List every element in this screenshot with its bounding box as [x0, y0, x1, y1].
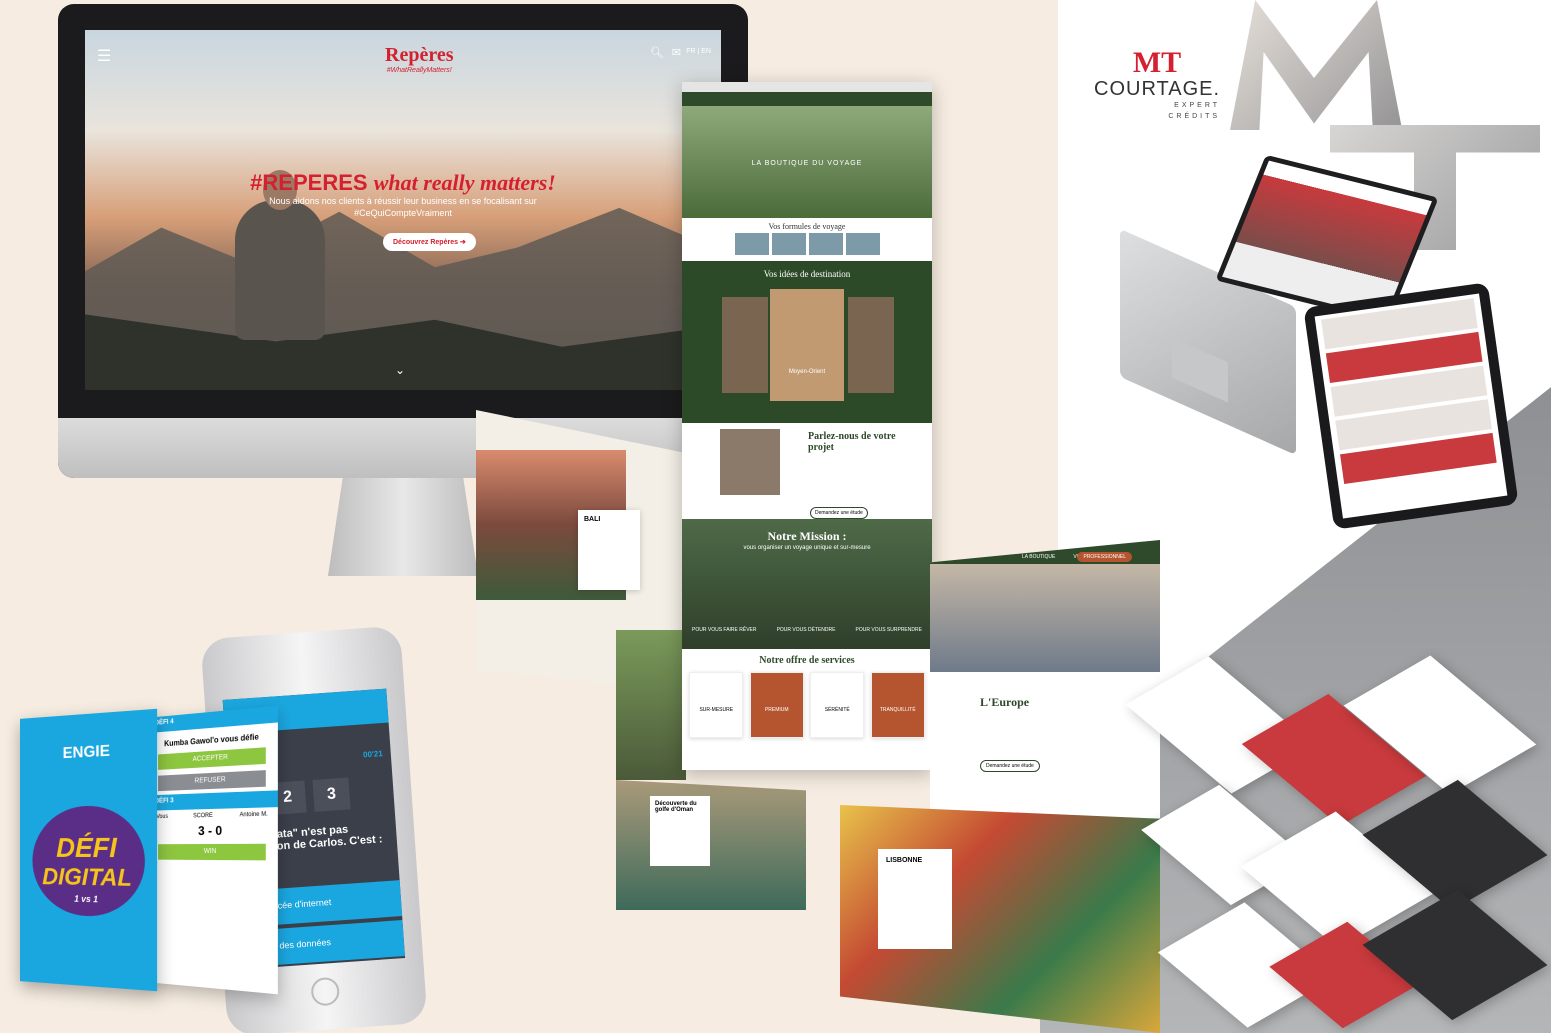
lang-fr[interactable]: FR — [686, 48, 695, 55]
monogram-m — [1230, 0, 1403, 130]
professionnel-button[interactable]: PROFESSIONNEL — [1077, 552, 1132, 562]
reperes-logo[interactable]: Repères #WhatReallyMatters! — [385, 44, 454, 74]
imac-frame: ☰ Repères #WhatReallyMatters! 🔍︎ ✉ FR | … — [58, 4, 748, 478]
travel-hero: LA BOUTIQUE DU VOYAGE — [682, 106, 932, 218]
formule-thumb[interactable] — [845, 233, 880, 255]
parlez-title: Parlez-nous de votre projet — [808, 431, 896, 453]
headline-italic: what really matters! — [373, 170, 556, 195]
destinations-title: Vos idées de destination — [763, 269, 851, 279]
lisbonne-page: LISBONNE — [840, 805, 1160, 1033]
logo-tagline: #WhatReallyMatters! — [386, 67, 452, 74]
hero-subtitle-line1: Nous aidons nos clients à réussir leur b… — [269, 196, 537, 206]
mission-section: Notre Mission : vous organiser un voyage… — [682, 519, 932, 649]
browser-bar — [682, 82, 932, 92]
service-card[interactable]: SUR-MESURE — [689, 672, 744, 738]
travel-landing-page: LA BOUTIQUE DU VOYAGE Vos formules de vo… — [682, 82, 932, 770]
lisbonne-title: LISBONNE — [886, 857, 923, 864]
timer: 00'21 — [362, 749, 384, 760]
mt-logo-tag-line1: EXPERT — [1174, 102, 1221, 109]
mission-tab[interactable]: POUR VOUS DÉTENDRE — [777, 627, 836, 633]
challenge-panel: DÉFI 4 Kumba Gawol'o vous défie ACCEPTER… — [147, 705, 278, 995]
formule-thumb[interactable] — [771, 233, 806, 255]
mt-logo-mark: MT — [1132, 46, 1182, 79]
home-button[interactable] — [310, 976, 341, 1007]
oman-page: Découverte du golfe d'Oman — [616, 780, 806, 910]
reperes-website: ☰ Repères #WhatReallyMatters! 🔍︎ ✉ FR | … — [85, 30, 721, 390]
defi-sub: 1 vs 1 — [74, 893, 98, 905]
mission-tabs: POUR VOUS FAIRE RÊVER POUR VOUS DÉTENDRE… — [682, 627, 932, 633]
europe-page: LA BOUTIQUE VOS AVIS PROFESSIONNEL L'Eur… — [930, 540, 1160, 820]
traveler-image — [930, 564, 1160, 672]
hamburger-menu-icon[interactable]: ☰ — [97, 46, 111, 66]
lang-en[interactable]: EN — [701, 48, 711, 55]
carousel-card-right[interactable] — [848, 297, 894, 393]
defi-word1: DÉFI — [56, 831, 117, 864]
formule-thumb[interactable] — [808, 233, 843, 255]
language-switch: FR | EN — [686, 48, 711, 55]
hiker-body — [235, 200, 325, 340]
discover-button-label: Découvrez Repères — [393, 239, 458, 246]
service-card[interactable]: TRANQUILLITÉ — [870, 672, 925, 738]
formules-title: Vos formules de voyage — [768, 222, 846, 231]
player-other: Antoine M. — [239, 811, 268, 819]
defi-digital-card: ENGIE DÉFI DIGITAL 1 vs 1 — [19, 708, 158, 992]
destinations-section: Vos idées de destination Moyen-Orient — [682, 261, 932, 423]
carousel-card-left[interactable] — [722, 297, 768, 393]
travel-nav — [682, 92, 932, 106]
carousel-card-center[interactable]: Moyen-Orient — [770, 289, 844, 401]
demandez-etude-button[interactable]: Demandez une étude — [810, 507, 868, 519]
score-right: 3 — [312, 777, 351, 812]
imac-stand — [328, 476, 478, 576]
europe-nav-item[interactable]: LA BOUTIQUE — [1022, 554, 1055, 564]
mission-subtitle: vous organiser un voyage unique et sur-m… — [743, 545, 871, 551]
refuse-button[interactable]: REFUSER — [158, 770, 266, 792]
lang-separator: | — [697, 48, 700, 55]
service-card[interactable]: SÉRÉNITÉ — [810, 672, 865, 738]
discover-button[interactable]: Découvrez Repères ➔ — [383, 233, 476, 251]
formule-thumb[interactable] — [734, 233, 769, 255]
oman-title: Découverte du golfe d'Oman — [655, 801, 697, 813]
logo-title: Repères — [385, 44, 454, 66]
score-label: SCORE — [193, 812, 213, 820]
consultant-image — [720, 429, 780, 495]
golf-image — [616, 630, 686, 780]
mission-tab[interactable]: POUR VOUS SURPRENDRE — [856, 627, 922, 633]
accept-button[interactable]: ACCEPTER — [158, 747, 266, 770]
mt-website-tablet — [1314, 293, 1508, 519]
europe-title: L'Europe — [980, 695, 1030, 709]
win-badge: WIN — [158, 843, 266, 861]
oman-card: Découverte du golfe d'Oman — [650, 796, 710, 866]
hero-subtitle-line2: #CeQuiCompteVraiment — [354, 208, 452, 218]
arrow-right-icon: ➔ — [459, 239, 466, 246]
lisbonne-card: LISBONNE — [878, 849, 952, 949]
score-board: 2 3 — [268, 777, 351, 815]
header-icons: 🔍︎ ✉ — [650, 46, 681, 59]
bali-title: BALI — [584, 516, 601, 523]
mission-title: Notre Mission : — [767, 529, 847, 543]
match-score: 3 - 0 — [198, 822, 223, 839]
player-you: Vous — [156, 814, 168, 821]
service-card[interactable]: PREMIUM — [749, 672, 804, 738]
hero-headline: #REPERES what really matters! — [85, 170, 721, 196]
mission-tab[interactable]: POUR VOUS FAIRE RÊVER — [692, 627, 756, 633]
tablet — [1303, 282, 1519, 530]
mt-logo-name: COURTAGE. — [1094, 78, 1221, 100]
mt-courtage-logo: MT COURTAGE. EXPERT CRÉDITS — [1094, 48, 1220, 122]
chevron-down-icon[interactable]: ⌄ — [395, 363, 405, 377]
hero-title: LA BOUTIQUE DU VOYAGE — [751, 160, 863, 167]
offre-title: Notre offre de services — [759, 655, 855, 666]
search-icon[interactable]: 🔍︎ — [650, 46, 664, 59]
headline-main: #REPERES — [250, 170, 368, 195]
services-list: SUR-MESURE PREMIUM SÉRÉNITÉ TRANQUILLITÉ — [682, 672, 932, 738]
europe-demandez-button[interactable]: Demandez une étude — [980, 760, 1040, 772]
engie-logo: ENGIE — [62, 742, 110, 763]
defi-word2: DIGITAL — [42, 863, 132, 893]
mail-icon[interactable]: ✉ — [672, 46, 681, 59]
parlez-section: Parlez-nous de votre projet Demandez une… — [682, 423, 932, 519]
formules-thumbnails — [682, 233, 932, 261]
mt-logo-tag-line2: CRÉDITS — [1168, 112, 1221, 120]
destination-caption: Moyen-Orient — [788, 369, 826, 375]
bali-card: BALI — [578, 510, 640, 590]
